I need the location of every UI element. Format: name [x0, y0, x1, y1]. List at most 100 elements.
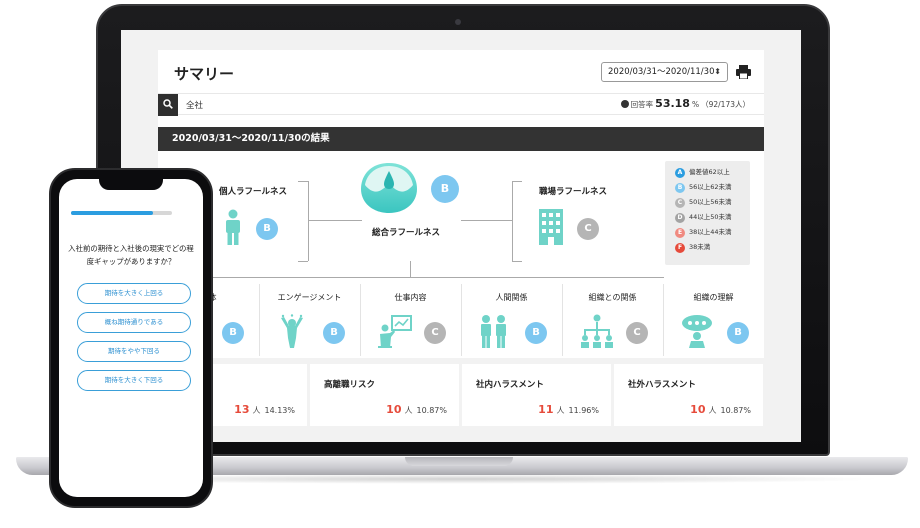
stat-percent: 14.13%	[264, 406, 295, 415]
category-engagement[interactable]: エンゲージメント B	[259, 284, 360, 359]
connector-left-h	[308, 220, 362, 221]
category-label: エンゲージメント	[277, 293, 342, 302]
legend-item: E 38以上44未満	[675, 227, 750, 242]
legend-grade-badge: E	[675, 228, 685, 238]
laptop-base-notch	[405, 457, 513, 466]
stat-percent: 10.87%	[416, 406, 447, 415]
response-rate-unit: %	[691, 100, 700, 109]
connector-right-v	[512, 181, 513, 261]
legend-item: A 偏差値62以上	[675, 167, 750, 182]
stat-count: 11	[538, 403, 554, 416]
phone-screen: 入社前の期待と入社後の現実でどの程度ギャップがありますか？ 期待を大きく上回る …	[59, 179, 203, 497]
person-icon	[226, 209, 240, 245]
connector-trunk	[410, 261, 411, 277]
page-title: サマリー	[174, 65, 235, 83]
category-org-understanding[interactable]: 組織の理解 B	[663, 284, 764, 359]
legend-item: B 56以上62未満	[675, 182, 750, 197]
presentation-icon	[378, 315, 412, 348]
legend-text: 38未満	[689, 243, 711, 251]
stat-card-internal-harassment[interactable]: 社内ハラスメント 11 人 11.96%	[462, 364, 611, 426]
category-grade: C	[424, 322, 446, 344]
stat-value: 13 人 14.13%	[234, 403, 295, 416]
category-label: 組織との関係	[588, 293, 637, 302]
workplace-grade: C	[577, 218, 599, 240]
category-label: 人間関係	[495, 293, 528, 302]
result-header: 2020/03/31〜2020/11/30の結果	[158, 127, 764, 151]
overall-droplet-icon	[361, 163, 417, 213]
response-rate-detail: （92/173人）	[701, 100, 750, 109]
stat-card-external-harassment[interactable]: 社外ハラスメント 10 人 10.87%	[614, 364, 763, 426]
category-job-content[interactable]: 仕事内容 C	[360, 284, 461, 359]
thinking-person-icon	[682, 315, 712, 348]
stat-value: 10 人 10.87%	[386, 403, 447, 416]
smartphone: 入社前の期待と入社後の現実でどの程度ギャップがありますか？ 期待を大きく上回る …	[49, 168, 213, 508]
survey-question: 入社前の期待と入社後の現実でどの程度ギャップがありますか？	[68, 244, 194, 266]
period-select[interactable]: 2020/03/31〜2020/11/30 ⬍	[601, 62, 728, 82]
connector-branch	[210, 277, 664, 278]
legend-grade-badge: D	[675, 213, 685, 223]
camera-dot	[455, 19, 461, 25]
answer-option-3[interactable]: 期待をやや下回る	[77, 341, 191, 362]
personal-grade: B	[256, 218, 278, 240]
legend-text: 44以上50未満	[689, 213, 732, 221]
legend-text: 56以上62未満	[689, 183, 732, 191]
search-button[interactable]	[158, 94, 178, 116]
legend-text: 偏差値62以上	[689, 168, 730, 176]
connector-right-h	[461, 220, 512, 221]
stat-unit: 人	[252, 406, 261, 415]
legend-item: D 44以上50未満	[675, 212, 750, 227]
stat-value: 11 人 11.96%	[538, 403, 599, 416]
legend-item: C 50以上56未満	[675, 197, 750, 212]
connector-right-bottom	[512, 261, 522, 262]
stat-percent: 11.96%	[568, 406, 599, 415]
answer-option-4[interactable]: 期待を大きく下回る	[77, 370, 191, 391]
category-grade: B	[525, 322, 547, 344]
org-chart-icon	[581, 314, 613, 348]
connector-left-top	[298, 181, 308, 182]
stat-count: 10	[690, 403, 706, 416]
stat-label: 高離職リスク	[324, 380, 376, 390]
stat-unit: 人	[404, 406, 413, 415]
select-arrows-icon: ⬍	[714, 67, 721, 76]
engagement-icon	[281, 314, 303, 348]
category-grade: B	[727, 322, 749, 344]
response-rate: 回答率 53.18% （92/173人）	[620, 97, 750, 110]
response-pie-icon	[620, 100, 629, 108]
legend-grade-badge: B	[675, 183, 685, 193]
answer-option-1[interactable]: 期待を大きく上回る	[77, 283, 191, 304]
legend-grade-badge: F	[675, 243, 685, 253]
search-icon	[163, 99, 173, 109]
connector-left-bottom	[298, 261, 308, 262]
stat-label: 社外ハラスメント	[628, 380, 696, 390]
overall-label: 総合ラフールネス	[372, 228, 441, 238]
summary-header-panel: サマリー 2020/03/31〜2020/11/30 ⬍ 全社 回答率 53.18…	[158, 50, 764, 138]
laptop-screen: サマリー 2020/03/31〜2020/11/30 ⬍ 全社 回答率 53.18…	[121, 30, 801, 442]
survey-progress-fill	[71, 211, 153, 215]
category-org-relationship[interactable]: 組織との関係 C	[562, 284, 663, 359]
stat-unit: 人	[556, 406, 565, 415]
building-icon	[539, 209, 563, 245]
overall-grade: B	[431, 175, 459, 203]
stat-value: 10 人 10.87%	[690, 403, 751, 416]
answer-option-2[interactable]: 概ね期待通りである	[77, 312, 191, 333]
category-grade: B	[222, 322, 244, 344]
connector-right-top	[512, 181, 522, 182]
print-icon[interactable]	[736, 65, 751, 79]
stat-card-turnover-risk[interactable]: 高離職リスク 10 人 10.87%	[310, 364, 459, 426]
stat-count: 10	[386, 403, 402, 416]
stat-count: 13	[234, 403, 250, 416]
category-relationships[interactable]: 人間関係 B	[461, 284, 562, 359]
scope-label: 全社	[186, 101, 204, 111]
legend-text: 38以上44未満	[689, 228, 732, 236]
category-label: 組織の理解	[693, 293, 734, 302]
survey-progress-bar	[71, 211, 172, 215]
stat-percent: 10.87%	[720, 406, 751, 415]
stat-unit: 人	[708, 406, 717, 415]
response-rate-label: 回答率	[630, 100, 654, 109]
phone-notch	[99, 179, 163, 190]
legend-item: F 38未満	[675, 242, 750, 257]
legend-grade-badge: C	[675, 198, 685, 208]
category-grade: C	[626, 322, 648, 344]
two-people-icon	[481, 315, 506, 348]
connector-left-v	[308, 181, 309, 261]
